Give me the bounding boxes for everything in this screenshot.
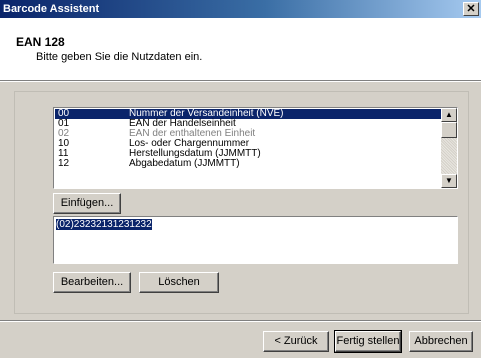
insert-button[interactable]: Einfügen... [53,193,121,214]
content-panel: 00 Nummer der Versandeinheit (NVE) 01 EAN d… [14,91,469,314]
finish-button[interactable]: Fertig stellen [334,330,402,353]
list-item[interactable]: 12 Abgabedatum (JJMMTT) [55,159,441,169]
payload-value: (02)23232131231232 [56,219,152,230]
vertical-scrollbar[interactable]: ▲ ▼ [441,108,457,188]
arrow-up-icon: ▲ [445,110,453,119]
payload-data-field[interactable]: (02)23232131231232 [53,216,458,264]
back-button[interactable]: < Zurück [263,331,329,352]
page-title: EAN 128 [16,35,65,49]
list-rows: 00 Nummer der Versandeinheit (NVE) 01 EAN d… [55,109,441,169]
header-divider [0,80,481,82]
scroll-down-button[interactable]: ▼ [441,174,457,188]
list-item[interactable]: 11 Herstellungsdatum (JJMMTT) [55,149,441,159]
list-item[interactable]: 00 Nummer der Versandeinheit (NVE) [55,109,441,119]
page-subtitle: Bitte geben Sie die Nutzdaten ein. [36,51,203,63]
scroll-up-button[interactable]: ▲ [441,108,457,122]
wizard-header: EAN 128 Bitte geben Sie die Nutzdaten ei… [0,18,481,80]
scroll-thumb[interactable] [441,122,457,138]
window-titlebar: Barcode Assistent ✕ [0,0,481,18]
delete-button[interactable]: Löschen [139,272,219,293]
footer-divider [0,320,481,322]
application-identifier-list[interactable]: 00 Nummer der Versandeinheit (NVE) 01 EAN d… [53,107,458,189]
close-icon: ✕ [466,3,476,15]
arrow-down-icon: ▼ [445,176,453,185]
window-title: Barcode Assistent [3,3,100,15]
list-item-label: Abgabedatum (JJMMTT) [129,158,240,169]
edit-button[interactable]: Bearbeiten... [53,272,131,293]
list-item-code: 12 [58,158,70,169]
cancel-button[interactable]: Abbrechen [409,331,473,352]
close-button[interactable]: ✕ [463,2,479,16]
